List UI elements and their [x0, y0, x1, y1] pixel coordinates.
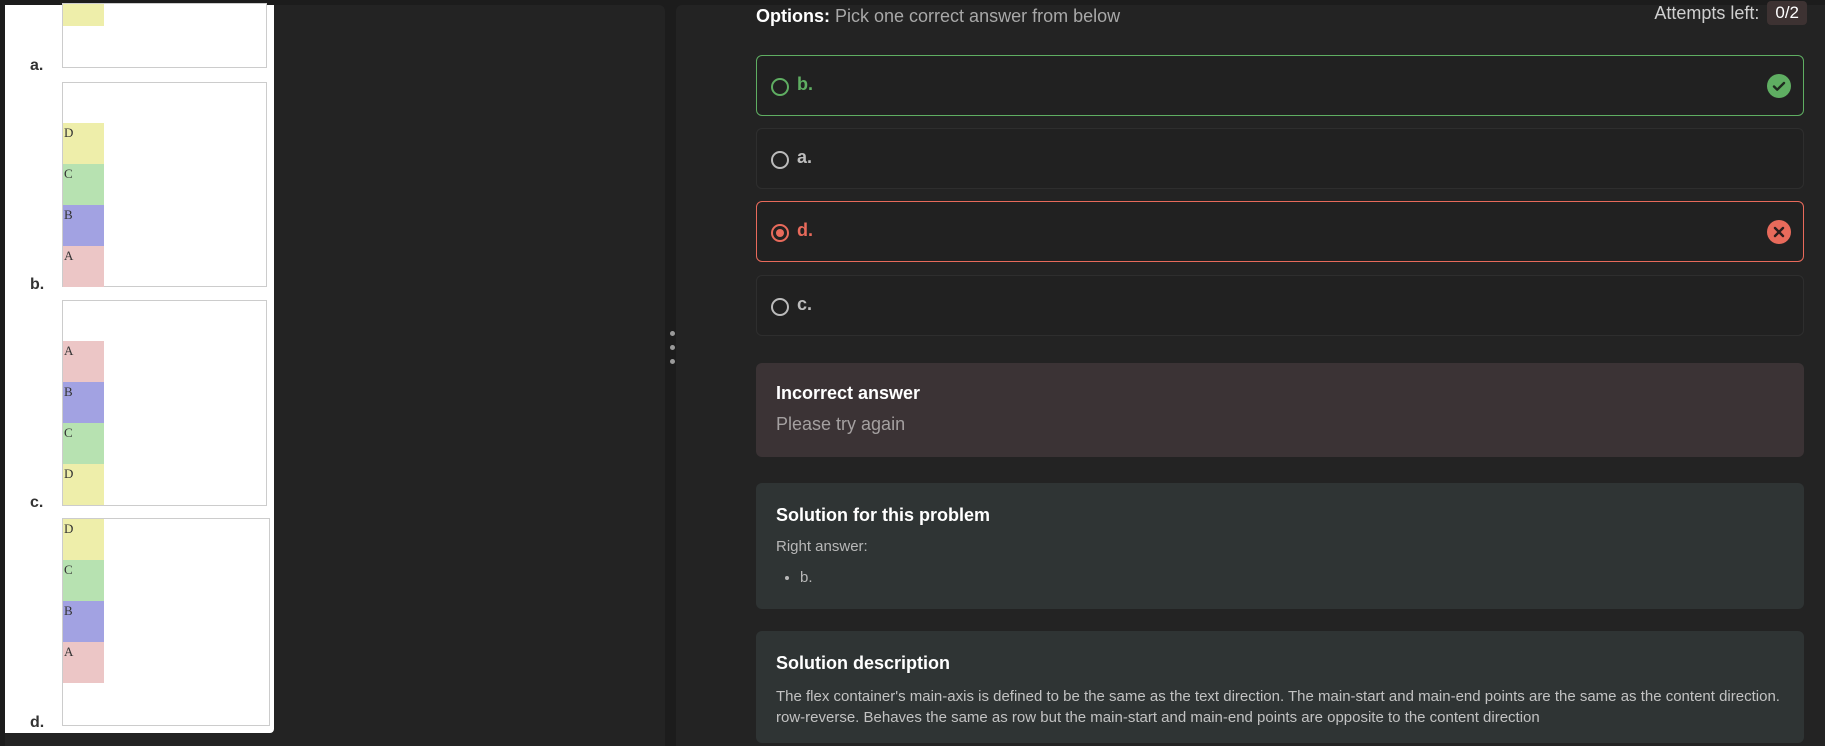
answer-option-label: d.	[797, 220, 813, 240]
block-c: C	[63, 560, 104, 601]
options-heading: Options: Pick one correct answer from be…	[756, 6, 1120, 27]
attempts-left: Attempts left: 0/2	[1654, 1, 1807, 25]
splitter-handle-dot[interactable]	[670, 345, 675, 350]
block-b: B	[63, 601, 104, 642]
attempts-label: Attempts left:	[1654, 2, 1760, 23]
check-circle-icon	[1767, 74, 1791, 98]
answer-option-a[interactable]: a.	[756, 128, 1804, 189]
block-d: D	[63, 464, 104, 505]
option-image-c: A B C D	[62, 300, 267, 506]
radio-button[interactable]	[771, 78, 789, 96]
answer-option-label: a.	[797, 147, 813, 167]
solution-subtitle: Right answer:	[776, 538, 868, 555]
right-answer-list: b.	[776, 569, 1784, 586]
option-image-a	[62, 3, 267, 68]
answer-option-d[interactable]: d.	[756, 201, 1804, 262]
block-a: A	[63, 642, 104, 683]
description-title: Solution description	[776, 653, 950, 673]
feedback-title: Incorrect answer	[776, 383, 921, 403]
solution-description-box: Solution description The flex container'…	[756, 631, 1804, 743]
solution-box: Solution for this problem Right answer: …	[756, 483, 1804, 609]
option-image-b: D C B A	[62, 82, 267, 287]
right-answer-item: b.	[800, 569, 1784, 586]
block-d: D	[63, 519, 104, 560]
option-image-d: D C B A	[62, 518, 270, 726]
option-image-label: d.	[30, 714, 45, 731]
option-images-sheet: a. D C B A b. A B C D c. D C B A d.	[5, 3, 274, 733]
radio-button[interactable]	[771, 151, 789, 169]
options-heading-text: Pick one correct answer from below	[830, 6, 1121, 26]
option-image-label: a.	[30, 57, 44, 74]
radio-button[interactable]	[771, 298, 789, 316]
block-b: B	[63, 205, 104, 246]
radio-selected-dot	[776, 229, 784, 237]
answer-option-label: b.	[797, 74, 813, 94]
description-text: The flex container's main-axis is define…	[776, 688, 1780, 726]
attempts-badge: 0/2	[1767, 1, 1807, 25]
feedback-box: Incorrect answer Please try again	[756, 363, 1804, 457]
radio-button-selected[interactable]	[771, 224, 789, 242]
solution-title: Solution for this problem	[776, 505, 990, 525]
block-a: A	[63, 246, 104, 287]
block-d: D	[63, 123, 104, 164]
option-image-label: b.	[30, 276, 45, 293]
splitter-handle-dot[interactable]	[670, 331, 675, 336]
feedback-message: Please try again	[776, 414, 906, 434]
answer-option-b[interactable]: b.	[756, 55, 1804, 116]
block-a: A	[63, 341, 104, 382]
splitter-handle-dot[interactable]	[670, 359, 675, 364]
options-heading-bold: Options:	[756, 6, 830, 26]
answer-option-label: c.	[797, 294, 813, 314]
option-image-label: c.	[30, 494, 44, 511]
answer-option-c[interactable]: c.	[756, 275, 1804, 336]
block-c: C	[63, 164, 104, 205]
block-b: B	[63, 382, 104, 423]
x-circle-icon	[1767, 220, 1791, 244]
block-yellow	[63, 4, 104, 26]
panel-splitter[interactable]	[666, 5, 676, 746]
block-c: C	[63, 423, 104, 464]
